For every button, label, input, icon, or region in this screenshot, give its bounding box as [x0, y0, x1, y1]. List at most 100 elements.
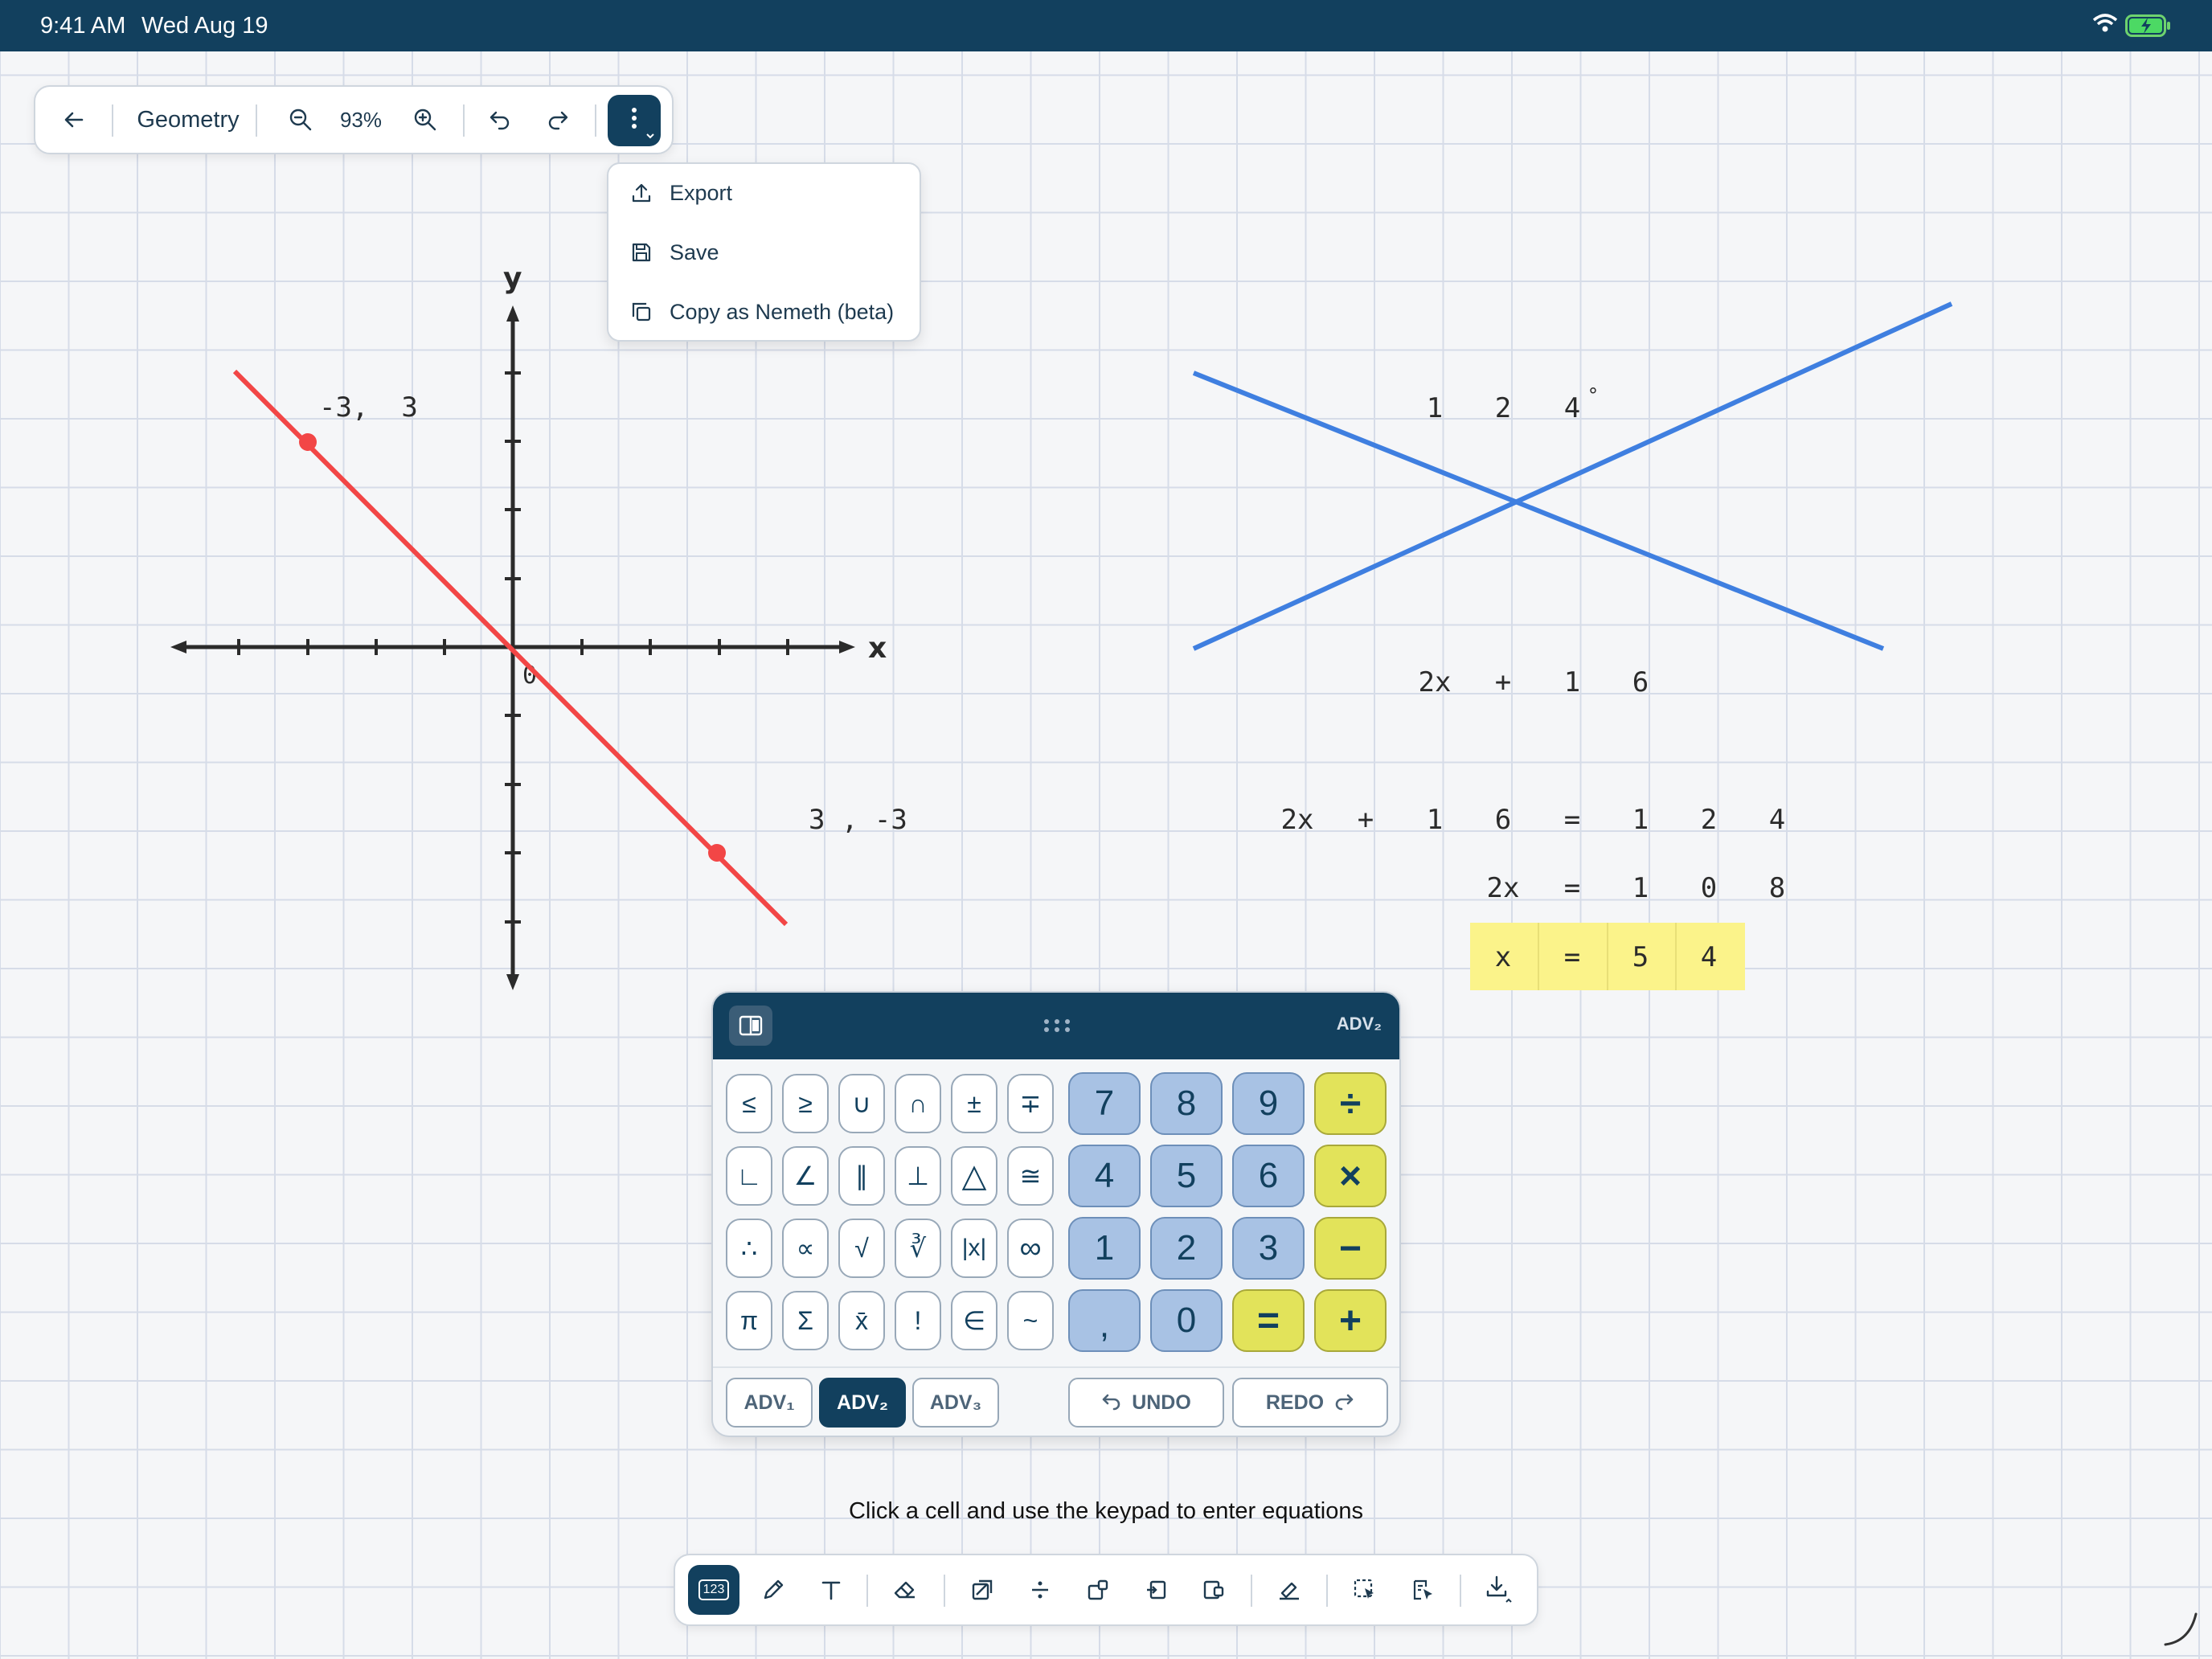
pencil-icon [764, 1579, 784, 1600]
point-b[interactable] [708, 844, 726, 862]
divide-tool-button[interactable] [1016, 1555, 1064, 1624]
key-sigma[interactable]: Σ [782, 1291, 829, 1350]
eraser-tool-button[interactable] [881, 1555, 929, 1624]
key-element-of[interactable]: ∈ [951, 1291, 997, 1350]
key-divide[interactable]: ÷ [1314, 1072, 1387, 1135]
export-pointer-button[interactable] [1399, 1555, 1447, 1624]
equation-cell[interactable]: 5 [1632, 941, 1649, 973]
angle-label-cell[interactable]: 1 [1427, 392, 1443, 424]
keypad-tool-button[interactable]: 123 [688, 1565, 739, 1615]
equation-cell[interactable]: 0 [1701, 872, 1717, 904]
pencil-tool-button[interactable] [749, 1555, 797, 1624]
dock-toggle-button[interactable] [729, 1006, 772, 1046]
key-8[interactable]: 8 [1150, 1072, 1223, 1135]
intersecting-lines-figure[interactable]: 1 2 4 ° [1192, 301, 1953, 651]
equation-cell[interactable]: + [1358, 804, 1374, 836]
key-proportional[interactable]: ∝ [782, 1219, 829, 1278]
expression-cell[interactable]: 6 [1632, 666, 1649, 698]
equation-cell[interactable]: 2x [1487, 872, 1520, 904]
expression-row[interactable]: 2x + 1 6 [1419, 666, 1649, 698]
insert-right-button[interactable] [1190, 1555, 1238, 1624]
key-pi[interactable]: π [726, 1291, 772, 1350]
key-angle[interactable]: ∠ [782, 1146, 829, 1206]
equation-cell[interactable]: 6 [1495, 804, 1511, 836]
equation-cell[interactable]: = [1564, 804, 1580, 836]
drag-handle-icon[interactable] [1043, 1018, 1071, 1037]
key-4[interactable]: 4 [1068, 1145, 1141, 1207]
key-0[interactable]: 0 [1150, 1289, 1223, 1352]
equation-cell[interactable]: = [1564, 941, 1580, 973]
tab-adv1[interactable]: ADV₁ [726, 1378, 813, 1428]
key-intersection[interactable]: ∩ [895, 1074, 941, 1133]
key-7[interactable]: 7 [1068, 1072, 1141, 1135]
key-factorial[interactable]: ! [895, 1291, 941, 1350]
text-tool-button[interactable] [807, 1555, 855, 1624]
expression-cell[interactable]: + [1495, 666, 1511, 698]
keypad-undo-button[interactable]: UNDO [1068, 1378, 1224, 1428]
equation-cell[interactable]: 8 [1769, 872, 1785, 904]
key-5[interactable]: 5 [1150, 1145, 1223, 1207]
key-greater-equal[interactable]: ≥ [782, 1074, 829, 1133]
key-therefore[interactable]: ∴ [726, 1219, 772, 1278]
keypad-redo-button[interactable]: REDO [1232, 1378, 1388, 1428]
hint-text: Click a cell and use the keypad to enter… [848, 1498, 1363, 1524]
equation-row-2[interactable]: 2x = 1 0 8 [1487, 872, 1786, 904]
point-a[interactable] [299, 433, 317, 451]
download-button[interactable] [1474, 1555, 1522, 1624]
key-equals[interactable]: = [1232, 1289, 1305, 1352]
equation-cell[interactable]: 1 [1632, 804, 1649, 836]
coordinate-graph[interactable]: x y 0 -3, 3 3 , -3 [170, 262, 907, 990]
key-triangle[interactable]: △ [951, 1146, 997, 1206]
key-9[interactable]: 9 [1232, 1072, 1305, 1135]
key-cube-root[interactable]: ∛ [895, 1219, 941, 1278]
tab-adv2[interactable]: ADV₂ [819, 1378, 906, 1428]
highlighter-tool-button[interactable] [1265, 1555, 1313, 1624]
key-plus[interactable]: + [1314, 1289, 1387, 1352]
key-parallel[interactable]: ∥ [838, 1146, 885, 1206]
expression-cell[interactable]: 1 [1564, 666, 1580, 698]
keypad-header[interactable]: ADV₂ [713, 993, 1399, 1059]
equation-cell[interactable]: 2x [1281, 804, 1314, 836]
key-minus[interactable]: − [1314, 1217, 1387, 1280]
key-square-root[interactable]: √ [838, 1219, 885, 1278]
insert-left-button[interactable] [1132, 1555, 1180, 1624]
key-x-bar[interactable]: x̄ [838, 1291, 885, 1350]
key-less-equal[interactable]: ≤ [726, 1074, 772, 1133]
key-right-angle[interactable]: ∟ [726, 1146, 772, 1206]
equation-cell[interactable]: 4 [1701, 941, 1717, 973]
key-absolute-value[interactable]: |x| [951, 1219, 997, 1278]
equation-cell[interactable]: x [1495, 941, 1511, 973]
equation-cell[interactable]: = [1564, 872, 1580, 904]
keypad-icon: 123 [698, 1579, 730, 1600]
equation-cell[interactable]: 1 [1427, 804, 1443, 836]
key-perpendicular[interactable]: ⊥ [895, 1146, 941, 1206]
export-pointer-icon [1413, 1579, 1432, 1600]
angle-label-cell[interactable]: 4 [1564, 392, 1580, 424]
lasso-select-button[interactable] [1341, 1555, 1389, 1624]
key-3[interactable]: 3 [1232, 1217, 1305, 1280]
equation-cell[interactable]: 2 [1701, 804, 1717, 836]
key-2[interactable]: 2 [1150, 1217, 1223, 1280]
insert-above-button[interactable] [1074, 1555, 1122, 1624]
key-minus-plus[interactable]: ∓ [1007, 1074, 1054, 1133]
divider [1251, 1575, 1252, 1607]
key-multiply[interactable]: × [1314, 1145, 1387, 1207]
key-congruent[interactable]: ≅ [1007, 1146, 1054, 1206]
equation-cell[interactable]: 1 [1632, 872, 1649, 904]
angle-label-cell[interactable]: 2 [1495, 392, 1511, 424]
equation-row-1[interactable]: 2x + 1 6 = 1 2 4 [1281, 804, 1786, 836]
shape-tool-button[interactable] [958, 1555, 1006, 1624]
highlighter-icon [1280, 1582, 1299, 1600]
key-1[interactable]: 1 [1068, 1217, 1141, 1280]
blue-line-1[interactable] [1192, 371, 1885, 651]
expression-cell[interactable]: 2x [1419, 666, 1452, 698]
key-comma[interactable]: , [1068, 1289, 1141, 1352]
key-6[interactable]: 6 [1232, 1145, 1305, 1207]
key-tilde[interactable]: ~ [1007, 1291, 1054, 1350]
blue-line-2[interactable] [1192, 301, 1953, 651]
key-plus-minus[interactable]: ± [951, 1074, 997, 1133]
tab-adv3[interactable]: ADV₃ [912, 1378, 999, 1428]
key-union[interactable]: ∪ [838, 1074, 885, 1133]
key-infinity[interactable]: ∞ [1007, 1219, 1054, 1278]
equation-cell[interactable]: 4 [1769, 804, 1785, 836]
